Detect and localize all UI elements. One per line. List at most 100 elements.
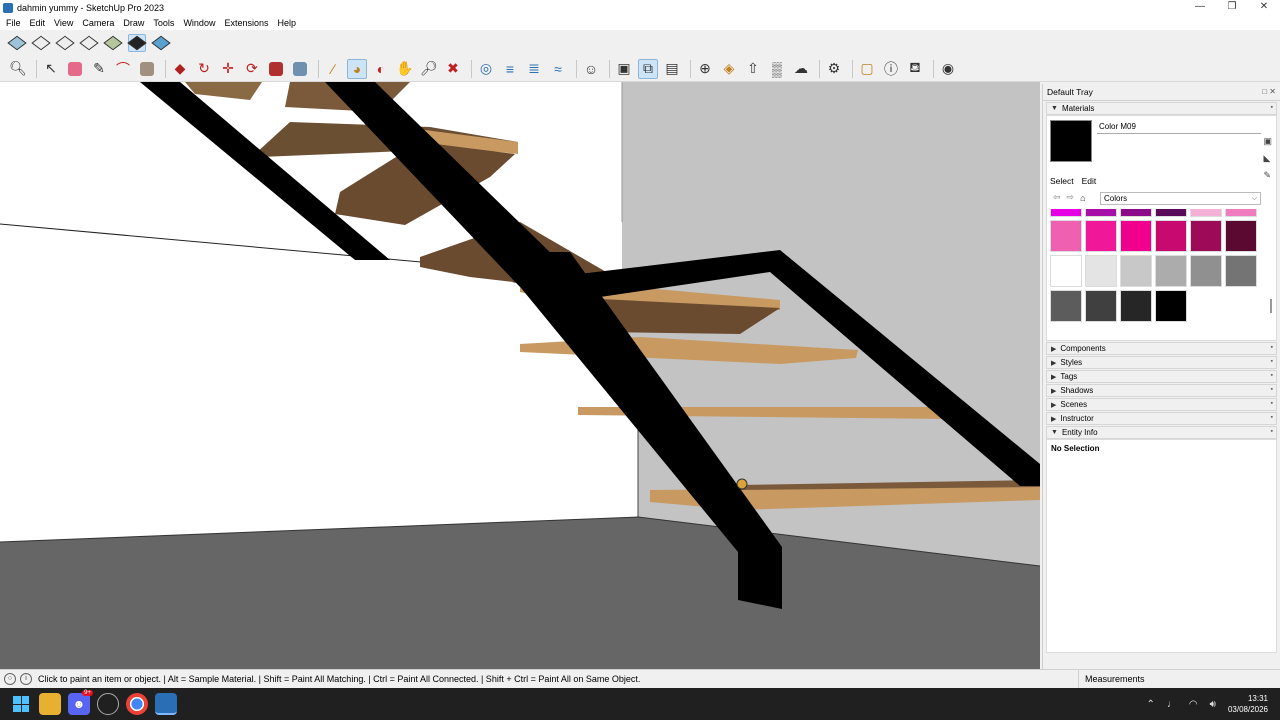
section-plane-icon[interactable]: ◎: [476, 59, 496, 79]
info-icon[interactable]: ⓘ: [881, 59, 901, 79]
color-swatch[interactable]: [1120, 255, 1152, 287]
material-preview[interactable]: [1050, 120, 1092, 162]
sample-paint-icon[interactable]: ✎: [1263, 170, 1272, 187]
menu-file[interactable]: File: [3, 18, 27, 28]
offset-icon[interactable]: [290, 59, 310, 79]
forward-arrow-icon[interactable]: ⇨: [1067, 192, 1075, 203]
add-location-icon[interactable]: ⊕: [695, 59, 715, 79]
material-name-field[interactable]: Color M09: [1097, 121, 1261, 134]
minimize-button[interactable]: —: [1184, 0, 1216, 15]
maximize-button[interactable]: ❐: [1216, 0, 1248, 15]
close-icon[interactable]: ▪: [1271, 344, 1273, 351]
rectangle-icon[interactable]: [137, 59, 157, 79]
iso-view-icon[interactable]: [7, 34, 27, 52]
close-icon[interactable]: ▪: [1271, 386, 1273, 393]
default-material-icon[interactable]: ◣: [1263, 153, 1272, 170]
instructor-panel-header[interactable]: ▶ Instructor ▪: [1046, 412, 1277, 425]
tags-panel-header[interactable]: ▶ Tags ▪: [1046, 370, 1277, 383]
menu-camera[interactable]: Camera: [79, 18, 120, 28]
wifi-icon[interactable]: ◠: [1189, 699, 1198, 710]
color-swatch[interactable]: [1225, 209, 1257, 217]
color-swatch[interactable]: [1155, 290, 1187, 322]
start-button[interactable]: [10, 693, 32, 715]
follow-me-icon[interactable]: ↻: [194, 59, 214, 79]
back-arrow-icon[interactable]: ⇦: [1053, 192, 1061, 203]
push-pull-icon[interactable]: ◆: [170, 59, 190, 79]
home-icon[interactable]: ⌂: [1080, 193, 1085, 203]
move-icon[interactable]: ✛: [218, 59, 238, 79]
info-icon[interactable]: i: [20, 673, 32, 685]
color-swatch[interactable]: [1120, 209, 1152, 217]
checker-icon[interactable]: ▒: [767, 59, 787, 79]
color-swatch[interactable]: [1050, 220, 1082, 252]
menu-draw[interactable]: Draw: [120, 18, 150, 28]
account-icon[interactable]: ☺: [581, 59, 601, 79]
color-swatch[interactable]: [1155, 220, 1187, 252]
settings-icon[interactable]: ⚙: [824, 59, 844, 79]
tab-edit[interactable]: Edit: [1082, 176, 1097, 186]
extension-warehouse-icon[interactable]: ▤: [662, 59, 682, 79]
entity-info-panel-header[interactable]: ▼ Entity Info ▪: [1046, 426, 1277, 439]
color-swatch[interactable]: [1120, 220, 1152, 252]
pencil-icon[interactable]: ✎: [89, 59, 109, 79]
clock[interactable]: 13:31 03/08/2026: [1228, 693, 1268, 715]
color-swatch[interactable]: [1155, 209, 1187, 217]
model-viewport[interactable]: [0, 82, 1040, 669]
select-arrow-icon[interactable]: ↖: [41, 59, 61, 79]
close-icon[interactable]: ▪: [1271, 358, 1273, 365]
components-panel-header[interactable]: ▶ Components ▪: [1046, 342, 1277, 355]
chevron-up-icon[interactable]: ⌃: [1147, 699, 1155, 710]
arc-icon[interactable]: ⌒: [113, 59, 133, 79]
layout-icon[interactable]: ▢: [857, 59, 877, 79]
swatch-scrollbar[interactable]: [1269, 209, 1273, 334]
warehouse-icon[interactable]: ▣: [614, 59, 634, 79]
create-material-icon[interactable]: ▣: [1263, 136, 1272, 153]
cloud-upload-icon[interactable]: ⇧: [743, 59, 763, 79]
geo-location-icon[interactable]: ○: [4, 673, 16, 685]
scenes-panel-header[interactable]: ▶ Scenes ▪: [1046, 398, 1277, 411]
scale-icon[interactable]: [266, 59, 286, 79]
layers-icon-2[interactable]: ≣: [524, 59, 544, 79]
back-view-icon[interactable]: [103, 34, 123, 52]
pan-icon[interactable]: ✋: [395, 59, 415, 79]
zoom-extents-icon[interactable]: ✖: [443, 59, 463, 79]
color-swatch[interactable]: [1120, 290, 1152, 322]
file-explorer-icon[interactable]: [39, 693, 61, 715]
color-swatch[interactable]: [1085, 255, 1117, 287]
chrome-icon[interactable]: [126, 693, 148, 715]
menu-window[interactable]: Window: [180, 18, 221, 28]
search-icon[interactable]: 🔍︎: [8, 59, 28, 79]
sketchup-taskbar-icon[interactable]: [155, 693, 177, 715]
layers-icon-1[interactable]: ≡: [500, 59, 520, 79]
volume-icon[interactable]: 🔊︎: [1210, 699, 1216, 710]
layers-icon-3[interactable]: ≈: [548, 59, 568, 79]
measurements-box[interactable]: Measurements: [1078, 670, 1280, 689]
materials-panel-header[interactable]: ▼ Materials ▪: [1046, 102, 1277, 115]
menu-tools[interactable]: Tools: [150, 18, 180, 28]
orbit-icon[interactable]: ◐: [371, 59, 391, 79]
microphone-icon[interactable]: ♩: [1167, 699, 1177, 710]
menu-help[interactable]: Help: [274, 18, 302, 28]
menu-view[interactable]: View: [51, 18, 79, 28]
color-swatch[interactable]: [1190, 220, 1222, 252]
paint-bucket-icon[interactable]: ◕: [347, 58, 367, 79]
front-view-icon[interactable]: [55, 34, 75, 52]
color-swatch[interactable]: [1050, 209, 1082, 217]
color-swatch[interactable]: [1190, 209, 1222, 217]
color-swatch[interactable]: [1085, 209, 1117, 217]
tab-select[interactable]: Select: [1050, 176, 1074, 186]
menu-edit[interactable]: Edit: [27, 18, 52, 28]
color-swatch[interactable]: [1050, 255, 1082, 287]
tray-controls[interactable]: □ ✕: [1262, 87, 1276, 96]
tape-measure-icon[interactable]: ∕: [323, 59, 343, 79]
close-icon[interactable]: ▪: [1271, 372, 1273, 379]
right-view-icon[interactable]: [79, 34, 99, 52]
close-icon[interactable]: ▪: [1271, 104, 1273, 111]
library-select[interactable]: Colors ⌵: [1100, 192, 1261, 205]
color-swatch[interactable]: [1225, 220, 1257, 252]
color-swatch[interactable]: [1050, 290, 1082, 322]
color-swatch[interactable]: [1225, 255, 1257, 287]
color-swatch[interactable]: [1085, 220, 1117, 252]
close-icon[interactable]: ▪: [1271, 428, 1273, 435]
cart-icon[interactable]: ⛾: [905, 59, 925, 79]
